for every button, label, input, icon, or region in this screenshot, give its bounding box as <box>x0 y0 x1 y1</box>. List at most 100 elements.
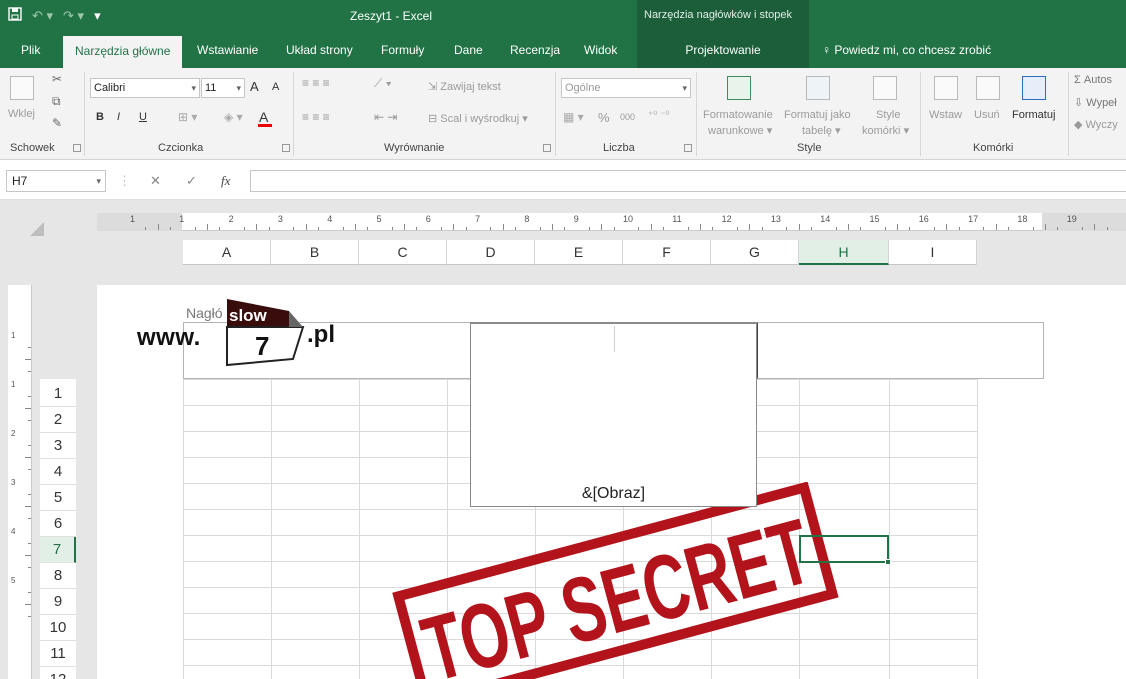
row-header[interactable]: 12 <box>40 667 76 679</box>
insert-cells-button[interactable]: Wstaw <box>929 109 962 121</box>
redo-icon[interactable]: ↷ ▾ <box>63 8 84 24</box>
format-painter-icon[interactable]: ✎ <box>52 116 62 130</box>
undo-icon[interactable]: ↶ ▾ <box>32 8 53 24</box>
fill-color-icon[interactable]: ◈ ▾ <box>224 110 243 124</box>
column-header[interactable]: A <box>183 240 271 265</box>
ruler-tick <box>1057 227 1059 230</box>
ruler-number: 3 <box>11 478 16 487</box>
row-header[interactable]: 11 <box>40 641 76 667</box>
tab-formulas[interactable]: Formuły <box>381 34 424 68</box>
header-center-section[interactable]: &[Obraz] <box>470 322 757 507</box>
paste-icon[interactable] <box>10 76 34 100</box>
row-header[interactable]: 8 <box>40 563 76 589</box>
orientation-icon[interactable]: ⟋ ▾ <box>374 76 392 91</box>
tab-view[interactable]: Widok <box>584 34 617 68</box>
customize-qat-icon[interactable]: ▾ <box>94 8 101 24</box>
clipboard-launcher-icon[interactable] <box>73 144 81 152</box>
cut-icon[interactable]: ✂ <box>52 72 62 86</box>
row-header[interactable]: 5 <box>40 485 76 511</box>
format-cells-button[interactable]: Formatuj <box>1012 109 1055 121</box>
fill-handle[interactable] <box>885 559 891 565</box>
font-color-button[interactable]: A <box>259 109 268 125</box>
column-header-selected[interactable]: H <box>799 240 889 265</box>
tab-insert[interactable]: Wstawianie <box>197 34 258 68</box>
row-header[interactable]: 9 <box>40 589 76 615</box>
enter-icon[interactable]: ✓ <box>186 173 197 189</box>
clear-button[interactable]: ◆ Wyczy <box>1074 118 1118 131</box>
font-size-select[interactable]: 11 ▾ <box>201 78 245 98</box>
grid-column-line <box>183 379 184 679</box>
currency-icon[interactable]: ▦ ▾ <box>563 110 584 124</box>
borders-icon[interactable]: ⊞ ▾ <box>178 110 197 124</box>
logo-www: www. <box>137 324 201 351</box>
tab-review[interactable]: Recenzja <box>510 34 560 68</box>
thousands-button[interactable]: 000 <box>620 112 635 122</box>
ruler-number: 14 <box>820 214 831 224</box>
save-icon[interactable] <box>8 7 22 24</box>
bold-button[interactable]: B <box>96 111 104 123</box>
tab-data[interactable]: Dane <box>454 34 483 68</box>
clipboard-group-label: Schowek <box>10 142 55 154</box>
row-header[interactable]: 3 <box>40 433 76 459</box>
cancel-icon[interactable]: ✕ <box>150 173 161 189</box>
name-box[interactable]: H7 ▾ <box>6 170 106 192</box>
column-header[interactable]: B <box>271 240 359 265</box>
number-format-select[interactable]: Ogólne ▾ <box>561 78 691 98</box>
shrink-font-button[interactable]: A <box>272 81 279 93</box>
grow-font-button[interactable]: A <box>250 79 259 94</box>
font-name-select[interactable]: Calibri ▾ <box>90 78 200 98</box>
column-header[interactable]: F <box>623 240 711 265</box>
ruler-number: 9 <box>573 214 579 224</box>
italic-button[interactable]: I <box>117 111 120 123</box>
insert-function-button[interactable]: fx <box>221 173 230 189</box>
column-header[interactable]: G <box>711 240 799 265</box>
alignment-launcher-icon[interactable] <box>543 144 551 152</box>
ruler-tick <box>1106 227 1108 230</box>
delete-cells-button[interactable]: Usuń <box>974 109 1000 121</box>
ruler-tick <box>404 224 406 230</box>
ruler-tick <box>564 227 566 230</box>
header-right-section[interactable] <box>756 322 1044 379</box>
row-header[interactable]: 2 <box>40 407 76 433</box>
column-header[interactable]: D <box>447 240 535 265</box>
indent-icon[interactable]: ⇤ ⇥ <box>374 110 397 124</box>
decimal-icons[interactable]: ⁺⁰ ⁻⁰ <box>648 110 669 121</box>
ruler-tick <box>1008 227 1009 230</box>
merge-center-button[interactable]: ⊟ Scal i wyśrodkuj ▾ <box>428 112 528 125</box>
wrap-text-button[interactable]: ⇲ Zawijaj tekst <box>428 80 501 93</box>
selected-cell-h7[interactable] <box>799 535 891 565</box>
font-launcher-icon[interactable] <box>282 144 290 152</box>
row-header[interactable]: 10 <box>40 615 76 641</box>
tab-design[interactable]: Projektowanie <box>637 34 809 68</box>
copy-icon[interactable]: ⧉ <box>52 94 61 109</box>
ruler-tick <box>712 227 714 230</box>
row-header[interactable]: 4 <box>40 459 76 485</box>
format-as-table-button[interactable]: Formatuj jako <box>784 109 851 121</box>
paste-button[interactable]: Wklej <box>8 108 35 120</box>
autosum-button[interactable]: Σ Autos <box>1074 74 1112 86</box>
ruler-tick <box>983 227 985 230</box>
fill-button[interactable]: ⇩ Wypeł <box>1074 96 1117 109</box>
tell-me-box[interactable]: ♀ Powiedz mi, co chcesz zrobić <box>822 34 991 68</box>
row-header[interactable]: 1 <box>40 381 76 407</box>
tab-file[interactable]: Plik <box>21 34 40 68</box>
column-header[interactable]: C <box>359 240 447 265</box>
ruler-number: 2 <box>228 214 234 224</box>
conditional-formatting-button[interactable]: Formatowanie <box>703 109 773 121</box>
select-all-icon[interactable] <box>30 222 44 236</box>
cell-styles-button[interactable]: Style <box>876 109 900 121</box>
row-header-selected[interactable]: 7 <box>40 537 76 563</box>
formula-input[interactable] <box>250 170 1126 192</box>
column-header[interactable]: E <box>535 240 623 265</box>
number-launcher-icon[interactable] <box>684 144 692 152</box>
align-left-icon[interactable]: ≡ ≡ ≡ <box>302 110 330 124</box>
percent-button[interactable]: % <box>598 110 610 125</box>
ruler-tick <box>194 227 196 230</box>
tab-home[interactable]: Narzędzia główne <box>63 36 183 68</box>
column-header[interactable]: I <box>889 240 977 265</box>
row-header[interactable]: 6 <box>40 511 76 537</box>
tab-page-layout[interactable]: Układ strony <box>286 34 353 68</box>
align-top-icon[interactable]: ≡ ≡ ≡ <box>302 76 330 90</box>
underline-button[interactable]: U <box>139 111 147 123</box>
font-color-swatch <box>258 124 272 127</box>
